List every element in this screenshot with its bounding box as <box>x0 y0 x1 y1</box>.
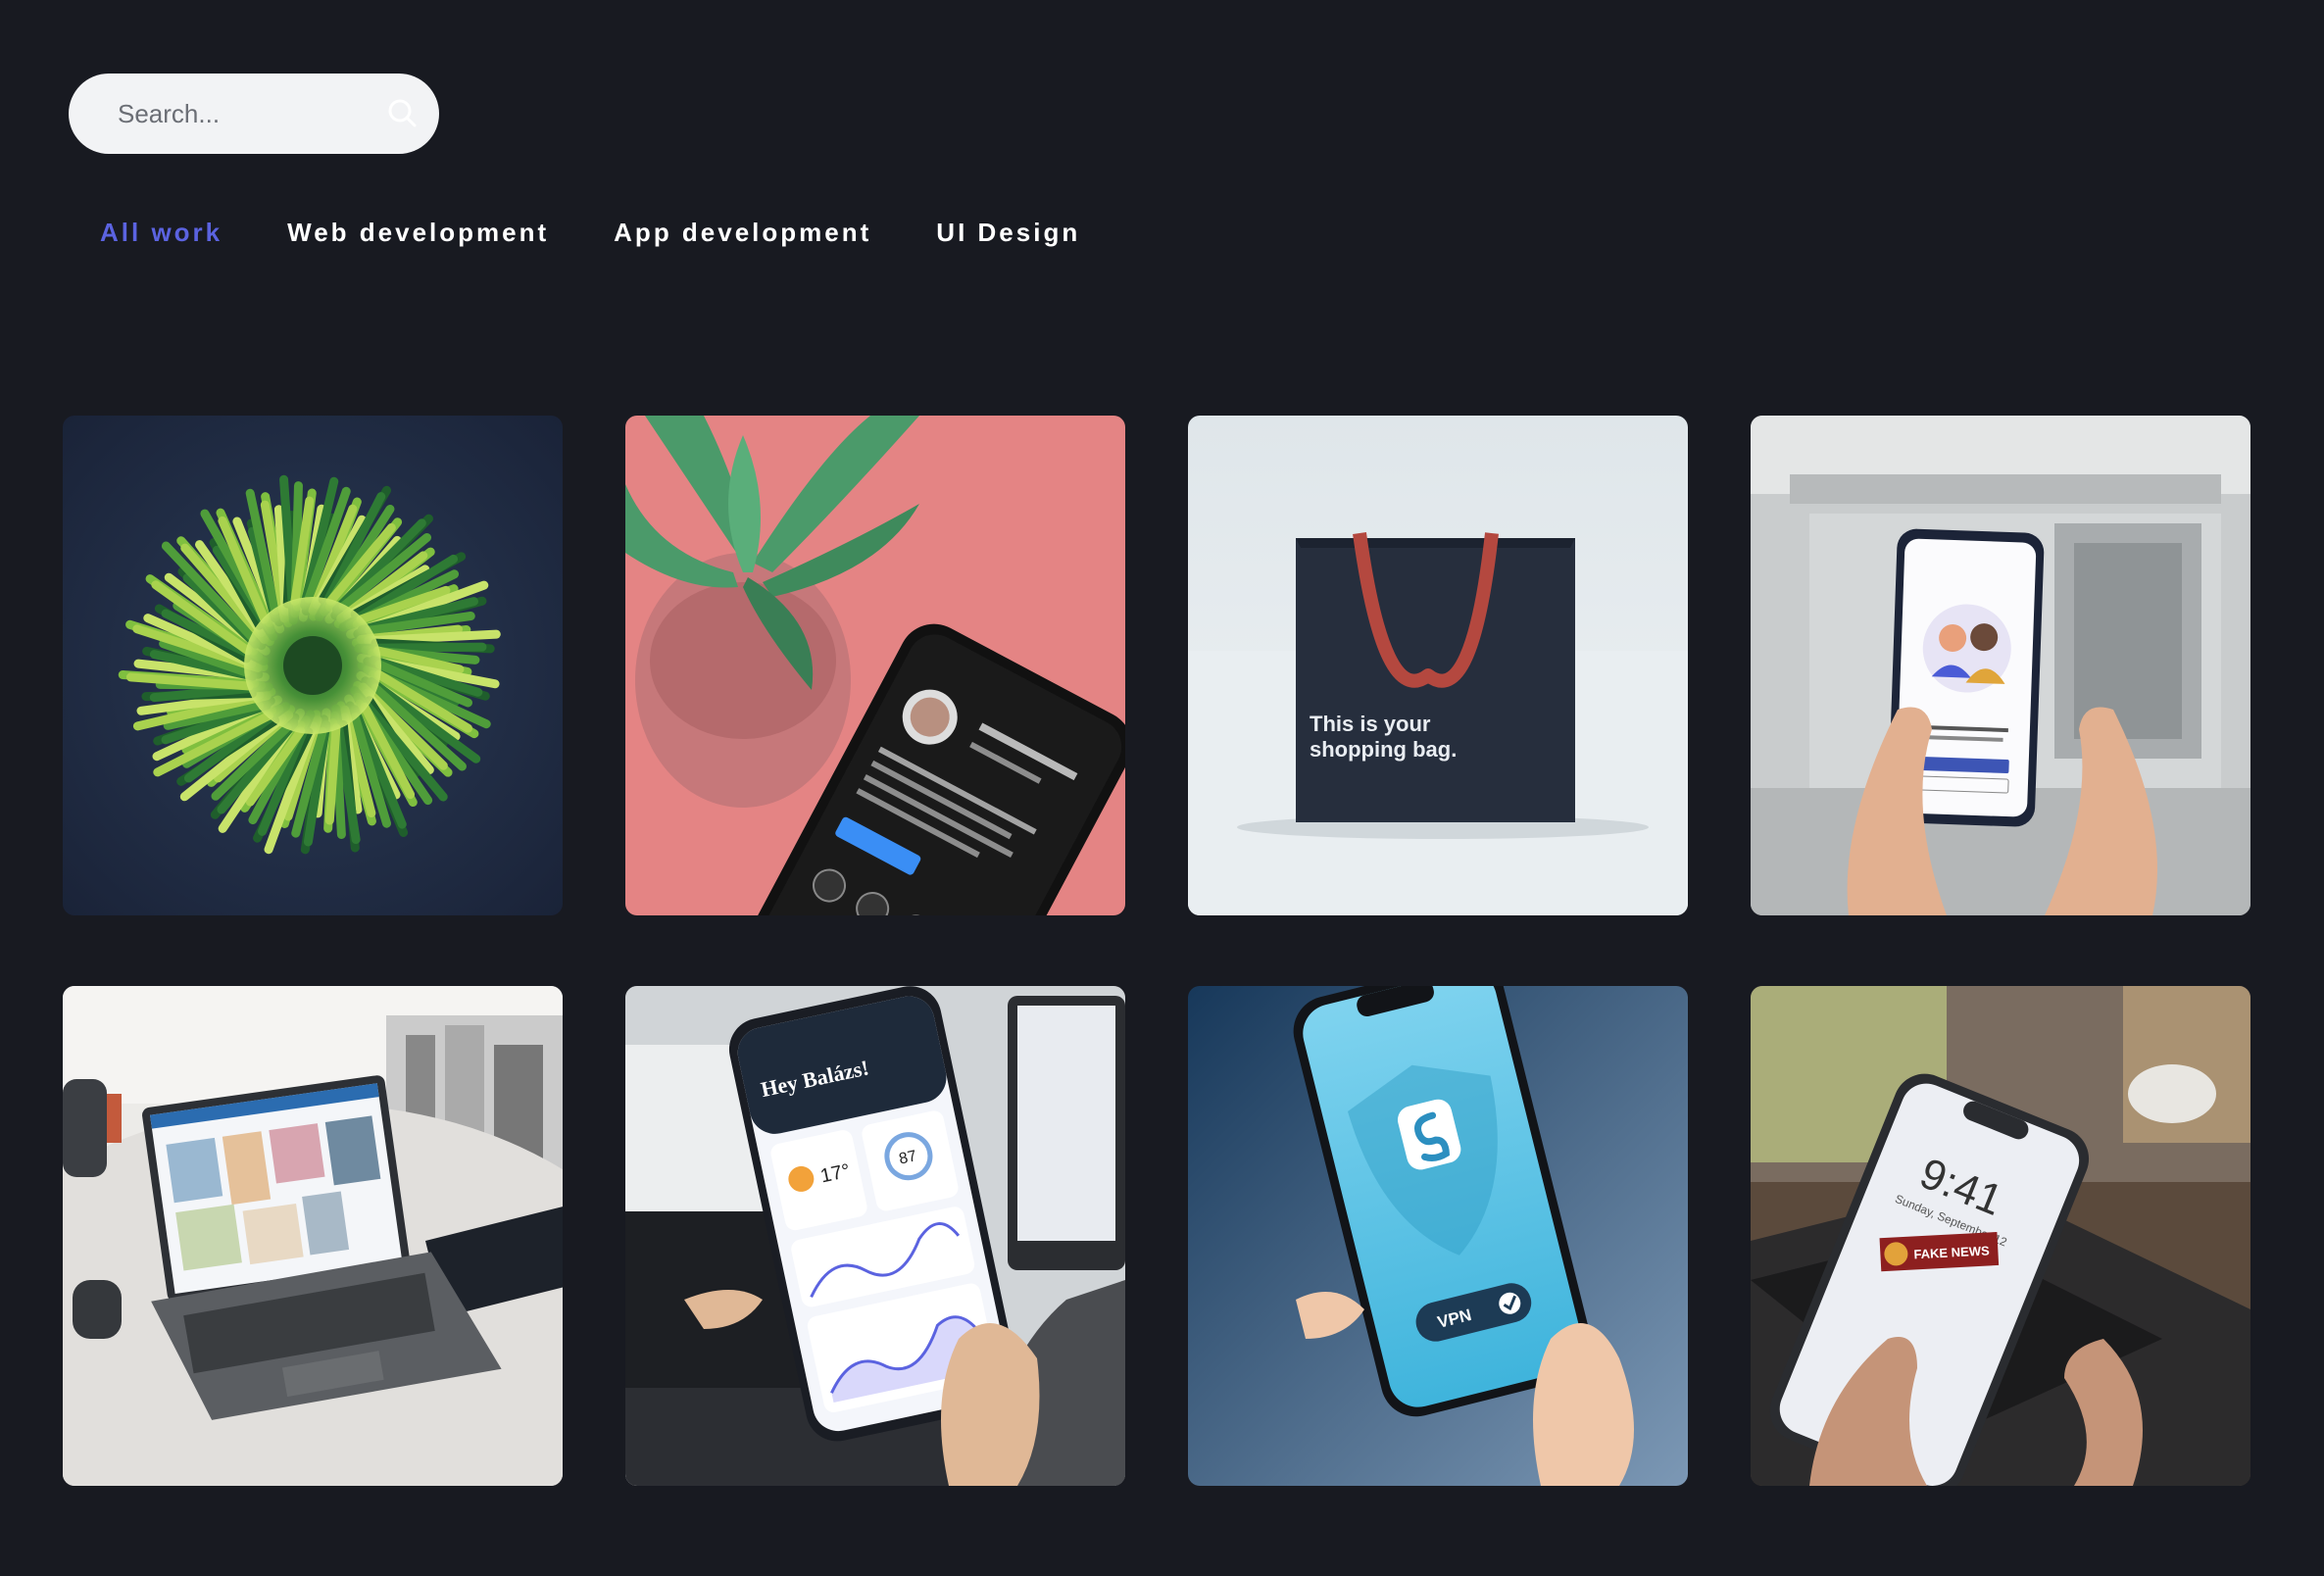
portfolio-item-lockscreen[interactable]: 9:41 Sunday, September 12 FAKE NEWS <box>1751 986 2250 1486</box>
green-straws-image <box>63 416 563 915</box>
shopping-bag-image: This is your shopping bag. <box>1188 416 1688 915</box>
portfolio-item-shopping-bag[interactable]: This is your shopping bag. <box>1188 416 1688 915</box>
portfolio-item-laptop[interactable] <box>63 986 563 1486</box>
portfolio-item-weather-app[interactable]: Hey Balázs! 17° 87 <box>625 986 1125 1486</box>
search-input[interactable] <box>69 74 439 154</box>
lockscreen-image: 9:41 Sunday, September 12 FAKE NEWS <box>1751 986 2250 1486</box>
laptop-image <box>63 986 563 1486</box>
succulent-phone-image <box>625 416 1125 915</box>
weather-aqi: 87 <box>898 1148 918 1167</box>
teams-phone-image <box>1751 416 2250 915</box>
portfolio-item-succulent-phone[interactable] <box>625 416 1125 915</box>
weather-app-image: Hey Balázs! 17° 87 <box>625 986 1125 1486</box>
tab-all-work[interactable]: All work <box>100 218 223 248</box>
portfolio-item-green-straws[interactable] <box>63 416 563 915</box>
bag-caption-line2: shopping bag. <box>1310 737 1457 762</box>
portfolio-item-teams-phone[interactable] <box>1751 416 2250 915</box>
portfolio-grid: This is your shopping bag. Hey Balázs! 1… <box>63 416 2250 1486</box>
tab-ui-design[interactable]: UI Design <box>936 218 1080 248</box>
vpn-app-image: VPN <box>1188 986 1688 1486</box>
tab-web-development[interactable]: Web development <box>287 218 549 248</box>
portfolio-item-vpn-app[interactable]: VPN <box>1188 986 1688 1486</box>
filter-tabs: All work Web development App development… <box>100 218 1080 248</box>
bag-caption-line1: This is your <box>1310 712 1431 736</box>
search-icon[interactable] <box>386 97 420 130</box>
search-bar[interactable] <box>69 74 439 154</box>
tab-app-development[interactable]: App development <box>614 218 871 248</box>
